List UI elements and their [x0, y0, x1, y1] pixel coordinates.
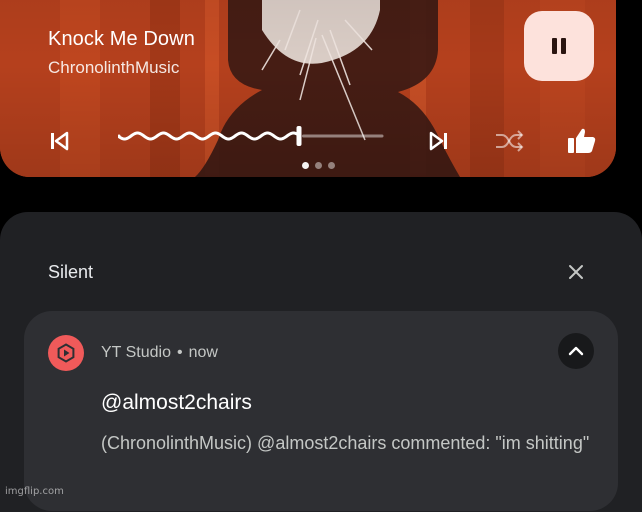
notification-card[interactable]: YT Studio • now @almost2chairs (Chronoli… [24, 311, 618, 511]
track-title: Knock Me Down [48, 28, 195, 50]
page-indicator [302, 162, 335, 169]
seek-bar-thumb[interactable] [296, 126, 302, 146]
app-name: YT Studio [101, 344, 171, 361]
pause-button[interactable] [524, 11, 594, 81]
dismiss-section-button[interactable] [562, 258, 590, 286]
pause-icon [552, 38, 566, 54]
like-button[interactable] [567, 127, 597, 160]
skip-next-icon [429, 131, 447, 151]
shuffle-icon [496, 130, 524, 152]
close-icon [569, 265, 583, 279]
seek-bar[interactable] [118, 126, 384, 146]
seek-bar-played [118, 131, 299, 141]
header-separator: • [176, 344, 183, 361]
next-button[interactable] [428, 130, 450, 157]
notification-header: YT Studio • now [101, 344, 218, 362]
page-dot [315, 162, 322, 169]
notification-title: @almost2chairs [101, 391, 252, 414]
notification-body: (ChronolinthMusic) @almost2chairs commen… [101, 433, 590, 453]
yt-studio-icon [48, 335, 84, 371]
thumbs-up-icon [568, 128, 596, 153]
page-dot [302, 162, 309, 169]
page-dot [328, 162, 335, 169]
media-player-card[interactable]: Knock Me Down ChronolinthMusic [0, 0, 616, 177]
shuffle-button[interactable] [494, 129, 526, 158]
expand-button[interactable] [558, 333, 594, 369]
skip-previous-icon [51, 131, 69, 151]
watermark: imgflip.com [5, 486, 64, 497]
section-title: Silent [48, 262, 94, 282]
track-artist: ChronolinthMusic [48, 58, 180, 77]
previous-button[interactable] [48, 130, 70, 157]
chevron-up-icon [568, 346, 584, 356]
notification-shade: Silent YT Studio • now @almost2chairs (C… [0, 212, 642, 512]
notification-time: now [188, 344, 218, 361]
